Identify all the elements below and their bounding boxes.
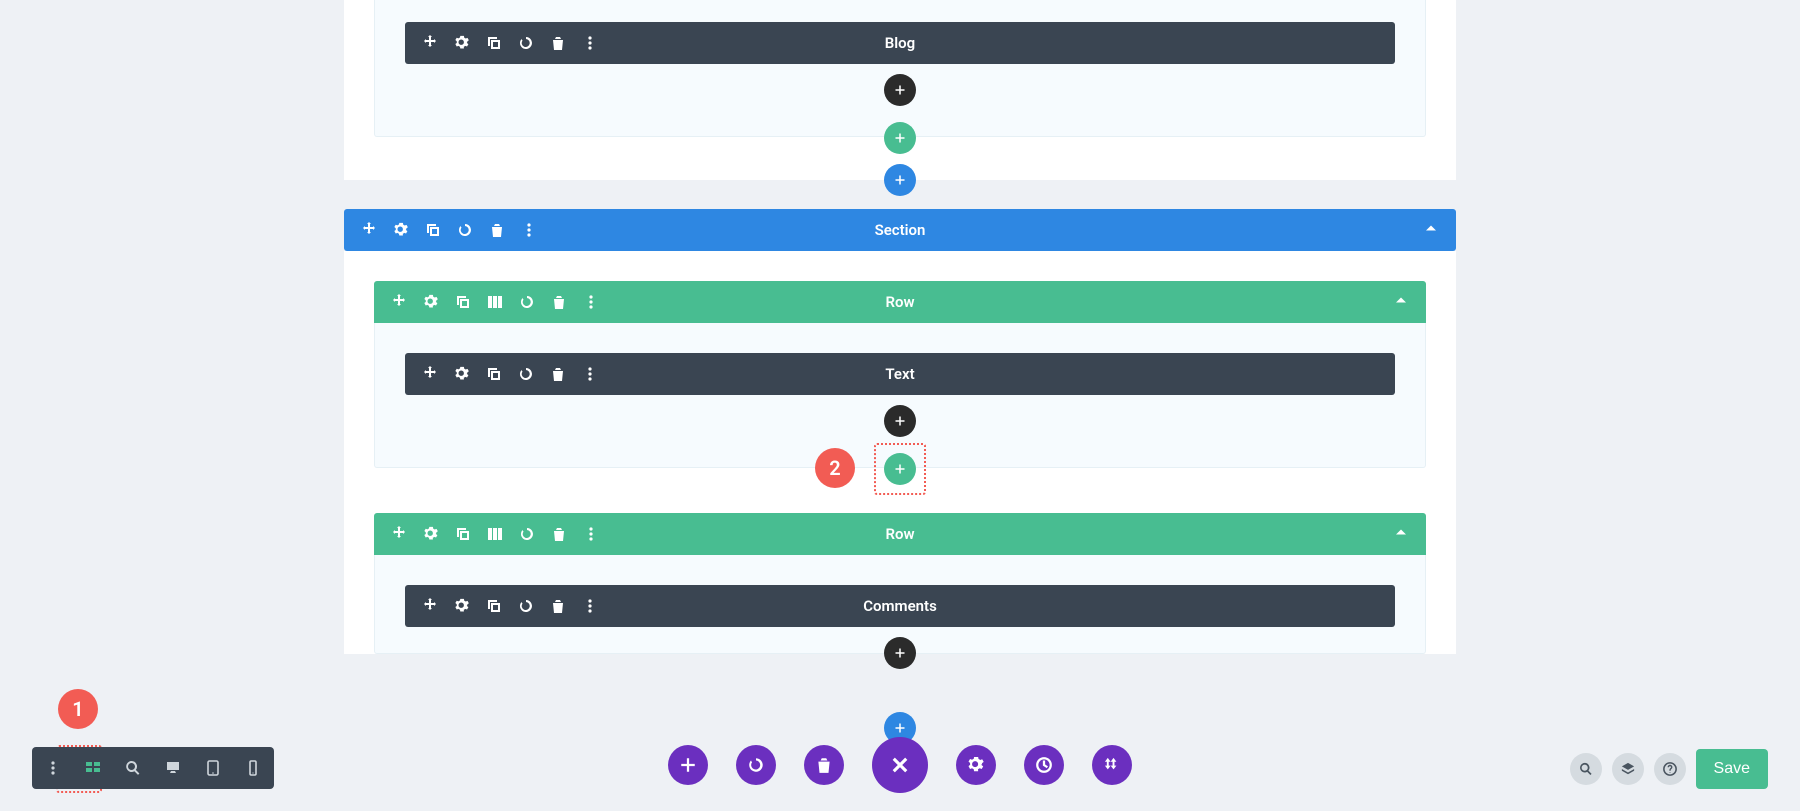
move-icon[interactable] <box>360 221 378 239</box>
gear-icon[interactable] <box>453 597 471 615</box>
power-icon[interactable] <box>517 597 535 615</box>
tablet-view-icon[interactable] <box>204 759 222 777</box>
duplicate-icon[interactable] <box>485 597 503 615</box>
power-icon[interactable] <box>517 34 535 52</box>
trash-icon[interactable] <box>488 221 506 239</box>
gear-icon[interactable] <box>392 221 410 239</box>
duplicate-icon[interactable] <box>454 525 472 543</box>
gear-icon[interactable] <box>422 293 440 311</box>
more-icon[interactable] <box>581 365 599 383</box>
module-bar-text[interactable]: Text <box>405 353 1395 395</box>
add-module-button[interactable] <box>884 405 916 437</box>
desktop-view-icon[interactable] <box>164 759 182 777</box>
clear-button[interactable] <box>804 745 844 785</box>
duplicate-icon[interactable] <box>485 34 503 52</box>
add-row-button[interactable] <box>884 122 916 154</box>
zoom-icon[interactable] <box>124 759 142 777</box>
collapse-icon[interactable] <box>1392 524 1410 542</box>
add-section-button[interactable] <box>884 164 916 196</box>
columns-icon[interactable] <box>486 293 504 311</box>
callout-1: 1 <box>58 689 98 729</box>
duplicate-icon[interactable] <box>485 365 503 383</box>
history-button[interactable] <box>1024 745 1064 785</box>
gear-icon[interactable] <box>453 365 471 383</box>
move-icon[interactable] <box>421 34 439 52</box>
move-icon[interactable] <box>390 525 408 543</box>
module-bar-blog[interactable]: Blog <box>405 22 1395 64</box>
move-icon[interactable] <box>421 365 439 383</box>
move-icon[interactable] <box>390 293 408 311</box>
more-icon[interactable] <box>44 759 62 777</box>
trash-icon[interactable] <box>550 293 568 311</box>
more-icon[interactable] <box>581 597 599 615</box>
more-icon[interactable] <box>581 34 599 52</box>
search-button[interactable] <box>1570 753 1602 785</box>
page-settings-toolbar <box>668 737 1132 793</box>
callout-2: 2 <box>815 448 855 488</box>
collapse-icon[interactable] <box>1392 292 1410 310</box>
gear-icon[interactable] <box>453 34 471 52</box>
duplicate-icon[interactable] <box>454 293 472 311</box>
trash-icon[interactable] <box>549 365 567 383</box>
callout-number: 1 <box>72 697 83 721</box>
power-icon[interactable] <box>518 525 536 543</box>
callout-number: 2 <box>829 456 840 480</box>
columns-icon[interactable] <box>486 525 504 543</box>
power-icon[interactable] <box>456 221 474 239</box>
duplicate-icon[interactable] <box>424 221 442 239</box>
power-button[interactable] <box>736 745 776 785</box>
save-button[interactable]: Save <box>1696 749 1768 789</box>
layers-button[interactable] <box>1612 753 1644 785</box>
collapse-icon[interactable] <box>1422 220 1440 238</box>
row-bar[interactable]: Row <box>374 513 1426 555</box>
trash-icon[interactable] <box>549 34 567 52</box>
power-icon[interactable] <box>518 293 536 311</box>
move-icon[interactable] <box>421 597 439 615</box>
trash-icon[interactable] <box>549 597 567 615</box>
more-icon[interactable] <box>582 293 600 311</box>
wireframe-view-icon[interactable] <box>84 759 102 777</box>
add-button[interactable] <box>668 745 708 785</box>
add-module-button[interactable] <box>884 637 916 669</box>
gear-icon[interactable] <box>422 525 440 543</box>
more-icon[interactable] <box>520 221 538 239</box>
trash-icon[interactable] <box>550 525 568 543</box>
row-bar[interactable]: Row <box>374 281 1426 323</box>
more-icon[interactable] <box>582 525 600 543</box>
power-icon[interactable] <box>517 365 535 383</box>
settings-button[interactable] <box>956 745 996 785</box>
help-button[interactable] <box>1654 753 1686 785</box>
view-toolbar <box>32 747 274 789</box>
add-module-button[interactable] <box>884 74 916 106</box>
phone-view-icon[interactable] <box>244 759 262 777</box>
section-bar[interactable]: Section <box>344 209 1456 251</box>
module-bar-comments[interactable]: Comments <box>405 585 1395 627</box>
close-button[interactable] <box>872 737 928 793</box>
add-row-button[interactable] <box>884 453 916 485</box>
sort-button[interactable] <box>1092 745 1132 785</box>
save-toolbar: Save <box>1570 749 1768 789</box>
